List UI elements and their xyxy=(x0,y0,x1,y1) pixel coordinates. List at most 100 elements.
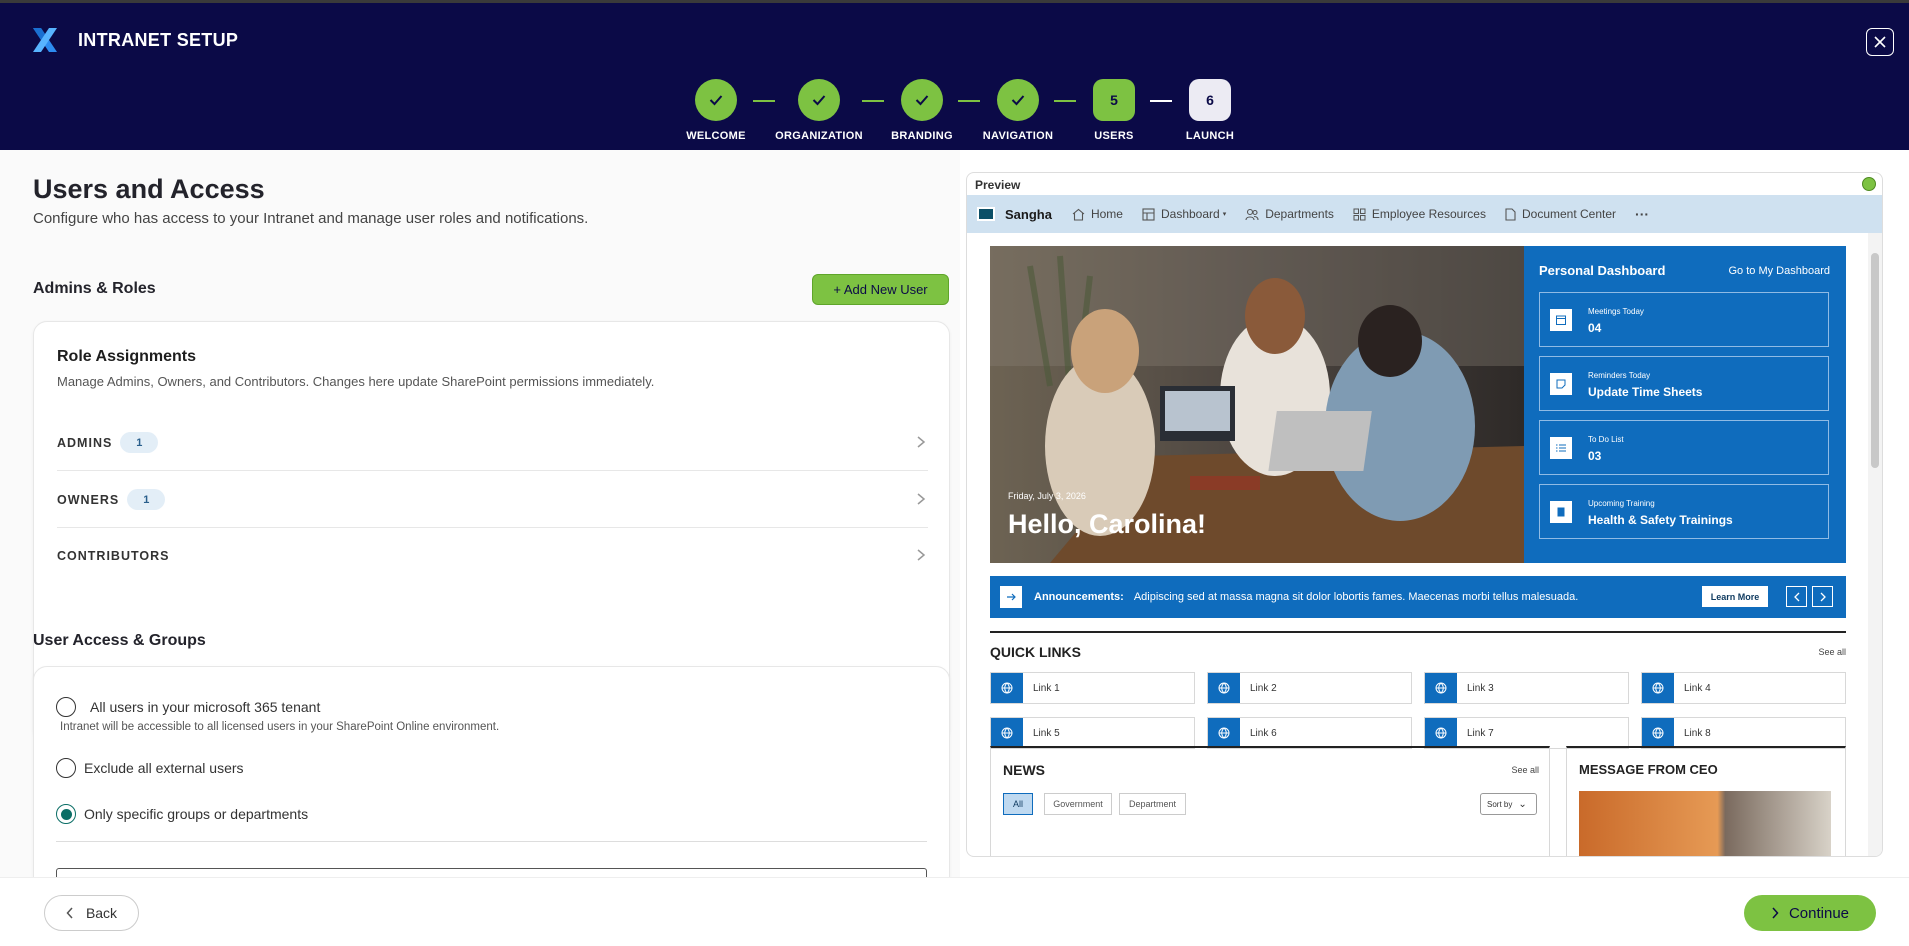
quick-link-label: Link 3 xyxy=(1467,683,1494,694)
news-section: NEWS See all All Government Department S… xyxy=(990,746,1550,856)
tile-value: 04 xyxy=(1588,321,1602,335)
sort-label: Sort by xyxy=(1487,799,1513,809)
globe-icon xyxy=(1642,673,1674,703)
go-to-dashboard-link[interactable]: Go to My Dashboard xyxy=(1729,265,1831,277)
close-button[interactable] xyxy=(1866,28,1894,56)
continue-label: Continue xyxy=(1788,904,1850,922)
step-organization[interactable]: ORGANIZATION xyxy=(759,79,879,142)
add-new-user-button[interactable]: + Add New User xyxy=(812,274,949,305)
nav-label: Home xyxy=(1090,207,1123,221)
radio-button[interactable] xyxy=(56,758,76,778)
quick-link[interactable]: Link 4 xyxy=(1641,672,1846,704)
dashboard-tile[interactable]: Upcoming Training Health & Safety Traini… xyxy=(1539,484,1829,539)
quick-link-label: Link 8 xyxy=(1684,728,1711,739)
radio-specific-groups[interactable]: Only specific groups or departments xyxy=(56,804,308,824)
nav-item-departments[interactable]: Departments xyxy=(1245,207,1334,221)
radio-hint: Intranet will be accessible to all licen… xyxy=(60,721,500,733)
dashboard-title: Personal Dashboard xyxy=(1539,263,1666,278)
role-row-contributors[interactable]: CONTRIBUTORS xyxy=(57,528,928,584)
radio-exclude-external[interactable]: Exclude all external users xyxy=(56,758,244,778)
role-name: OWNERS xyxy=(57,492,120,507)
role-row-owners[interactable]: OWNERS 1 xyxy=(57,472,928,528)
site-name: Sangha xyxy=(1005,206,1052,222)
chevron-down-icon: ▾ xyxy=(1222,211,1227,218)
step-complete-icon xyxy=(695,79,737,121)
expand-icon[interactable] xyxy=(1862,177,1876,191)
back-button[interactable]: Back xyxy=(44,895,139,931)
step-welcome[interactable]: WELCOME xyxy=(656,79,776,142)
step-number: 5 xyxy=(1093,79,1135,121)
next-announcement-button[interactable] xyxy=(1812,586,1833,607)
nav-label: Dashboard xyxy=(1160,207,1220,221)
personal-dashboard: Personal Dashboard Go to My Dashboard Me… xyxy=(1524,246,1846,563)
step-label: ORGANIZATION xyxy=(775,130,863,142)
dashboard-tile[interactable]: Reminders Today Update Time Sheets xyxy=(1539,356,1829,411)
prev-announcement-button[interactable] xyxy=(1786,586,1807,607)
role-count-badge: 1 xyxy=(127,489,166,510)
quick-links-title: QUICK LINKS xyxy=(990,644,1081,660)
dashboard-icon xyxy=(1142,207,1155,221)
arrow-right-icon xyxy=(1000,586,1022,608)
divider xyxy=(56,841,927,842)
step-complete-icon xyxy=(997,79,1039,121)
scrollbar-thumb[interactable] xyxy=(1871,253,1879,468)
radio-label: Exclude all external users xyxy=(84,760,244,776)
chevron-right-icon xyxy=(917,436,926,448)
page-subtitle: Configure who has access to your Intrane… xyxy=(33,210,589,227)
intranet-preview: Preview Sangha Home Dashboard ▾ Departme… xyxy=(966,172,1883,857)
quick-link-label: Link 7 xyxy=(1467,728,1494,739)
preview-label: Preview xyxy=(975,178,1021,192)
nav-item-employee-resources[interactable]: Employee Resources xyxy=(1353,207,1486,221)
home-icon xyxy=(1072,208,1085,221)
news-filter-government[interactable]: Government xyxy=(1044,793,1112,815)
book-icon xyxy=(1550,501,1572,523)
quick-link[interactable]: Link 1 xyxy=(990,672,1195,704)
preview-nav-bar: Sangha Home Dashboard ▾ Departments Empl… xyxy=(967,195,1882,233)
news-see-all[interactable]: See all xyxy=(1511,765,1539,775)
quick-link[interactable]: Link 2 xyxy=(1207,672,1412,704)
brand: INTRANET SETUP xyxy=(30,25,238,55)
radio-button-selected[interactable] xyxy=(56,804,76,824)
nav-item-document-center[interactable]: Document Center xyxy=(1505,207,1616,221)
calendar-icon xyxy=(1550,309,1572,331)
tile-label: Upcoming Training xyxy=(1588,499,1655,508)
news-filter-department[interactable]: Department xyxy=(1119,793,1186,815)
back-label: Back xyxy=(85,905,118,921)
quick-link[interactable]: Link 6 xyxy=(1207,717,1412,749)
role-row-admins[interactable]: ADMINS 1 xyxy=(57,415,928,471)
more-icon[interactable]: ··· xyxy=(1635,206,1649,222)
dashboard-tile[interactable]: To Do List 03 xyxy=(1539,420,1829,475)
step-label: LAUNCH xyxy=(1185,130,1235,142)
quick-link[interactable]: Link 7 xyxy=(1424,717,1629,749)
group-select-input[interactable] xyxy=(56,868,927,877)
learn-more-button[interactable]: Learn More xyxy=(1702,586,1768,607)
radio-all-users[interactable]: All users in your microsoft 365 tenant xyxy=(56,697,320,717)
announcement-heading: Announcements: xyxy=(1034,591,1124,603)
section-heading-access: User Access & Groups xyxy=(33,632,206,649)
section-heading-admins: Admins & Roles xyxy=(33,280,156,297)
step-launch[interactable]: 6 LAUNCH xyxy=(1150,79,1270,142)
quick-links-see-all[interactable]: See all xyxy=(1818,647,1846,657)
dashboard-tile[interactable]: Meetings Today 04 xyxy=(1539,292,1829,347)
card-description: Manage Admins, Owners, and Contributors.… xyxy=(57,374,655,389)
quick-link[interactable]: Link 5 xyxy=(990,717,1195,749)
preview-scrollbar[interactable] xyxy=(1868,233,1882,856)
announcement-bar: Announcements: Adipiscing sed at massa m… xyxy=(990,576,1846,618)
chevron-right-icon xyxy=(1772,907,1779,919)
quick-link[interactable]: Link 8 xyxy=(1641,717,1846,749)
quick-link[interactable]: Link 3 xyxy=(1424,672,1629,704)
radio-button[interactable] xyxy=(56,697,76,717)
nav-item-dashboard[interactable]: Dashboard ▾ xyxy=(1142,207,1226,221)
step-label: WELCOME xyxy=(686,130,746,142)
step-complete-icon xyxy=(901,79,943,121)
news-filter-all[interactable]: All xyxy=(1003,793,1033,815)
radio-label: Only specific groups or departments xyxy=(84,806,309,822)
chevron-down-icon: ⌄ xyxy=(1518,798,1527,810)
tile-value: Health & Safety Trainings xyxy=(1588,513,1733,527)
news-sort-select[interactable]: Sort by ⌄ xyxy=(1480,793,1537,815)
continue-button[interactable]: Continue xyxy=(1744,895,1876,931)
nav-item-home[interactable]: Home xyxy=(1072,207,1123,221)
apps-icon xyxy=(1353,208,1366,220)
globe-icon xyxy=(991,718,1023,748)
quick-link-label: Link 2 xyxy=(1250,683,1277,694)
